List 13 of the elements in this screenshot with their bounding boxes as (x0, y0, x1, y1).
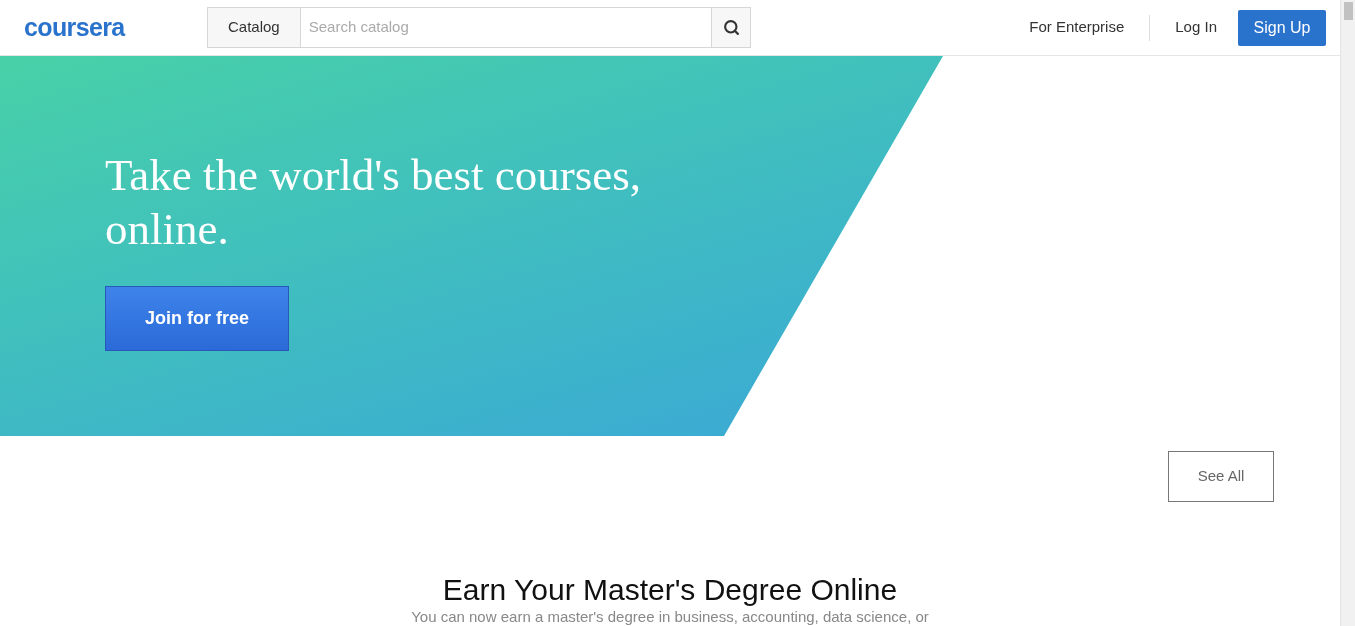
sign-up-button[interactable]: Sign Up (1238, 9, 1326, 46)
hero-title: Take the world's best courses, online. (105, 149, 643, 256)
search-icon (722, 19, 740, 36)
logo[interactable]: coursera (24, 8, 207, 47)
section-title: Earn Your Master's Degree Online (441, 572, 899, 608)
search-button[interactable] (711, 7, 751, 48)
section-subtitle: You can now earn a master's degree in business, accounting, data science, or (410, 608, 930, 626)
search-field[interactable]: Search catalog (300, 7, 711, 48)
catalog-button[interactable]: Catalog (207, 7, 301, 48)
nav-link[interactable]: Log In (1162, 16, 1230, 39)
join-button[interactable]: Join for free (105, 286, 289, 351)
see-all-button[interactable]: See All (1168, 451, 1274, 502)
nav-link[interactable]: For Enterprise (1016, 16, 1138, 39)
